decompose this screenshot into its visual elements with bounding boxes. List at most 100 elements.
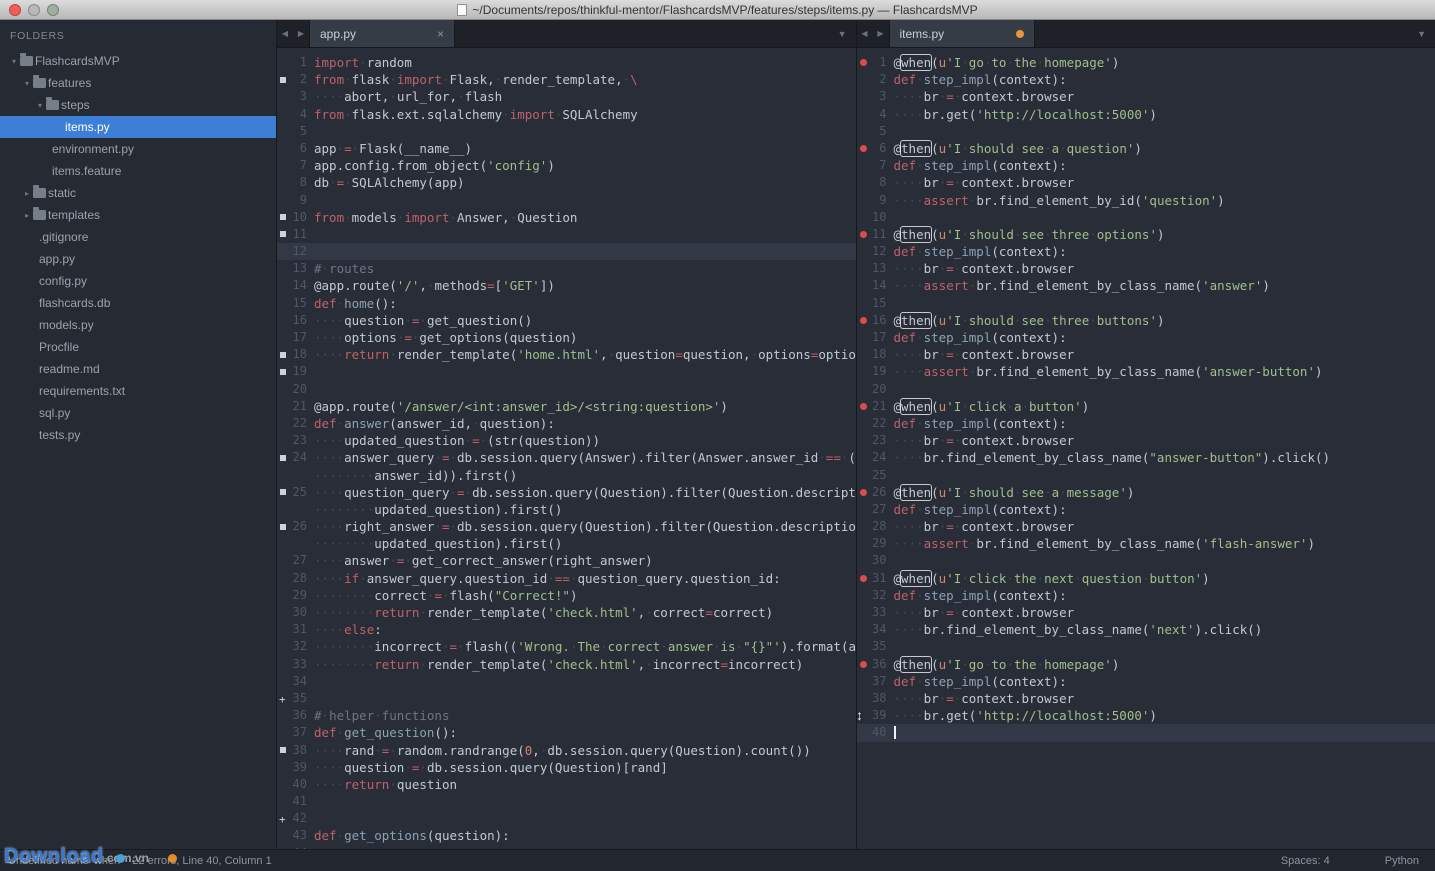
- code-line[interactable]: 30: [857, 552, 1435, 569]
- code-text[interactable]: ····br.find_element_by_class_name("answe…: [887, 449, 1435, 466]
- code-text[interactable]: def·step_impl(context):: [887, 157, 1435, 174]
- line-number[interactable]: 43: [277, 827, 307, 844]
- code-line[interactable]: 2def·step_impl(context):: [857, 71, 1435, 88]
- code-text[interactable]: ····br.get('http://localhost:5000'): [887, 106, 1435, 123]
- tab-overflow-icon[interactable]: ▼: [838, 20, 856, 47]
- code-line[interactable]: 1@when(u'I·go·to·the·homepage'): [857, 54, 1435, 71]
- line-number[interactable]: +35: [277, 690, 307, 707]
- code-line[interactable]: 13····br·=·context.browser: [857, 260, 1435, 277]
- code-line[interactable]: 21@app.route('/answer/<int:answer_id>/<s…: [277, 398, 856, 415]
- code-text[interactable]: ····br.find_element_by_class_name('next'…: [887, 621, 1435, 638]
- code-line[interactable]: 31@when(u'I·click·the·next·question·butt…: [857, 570, 1435, 587]
- code-line[interactable]: 29····assert·br.find_element_by_class_na…: [857, 535, 1435, 552]
- code-line[interactable]: 5: [277, 123, 856, 140]
- code-text[interactable]: ····assert·br.find_element_by_id('questi…: [887, 192, 1435, 209]
- code-line[interactable]: 27····answer·=·get_correct_answer(right_…: [277, 552, 856, 569]
- code-text[interactable]: ····br·=·context.browser: [887, 260, 1435, 277]
- code-text[interactable]: [887, 724, 1435, 741]
- sidebar-item-environment-py[interactable]: environment.py: [0, 138, 276, 160]
- line-number[interactable]: 15: [857, 295, 887, 312]
- code-text[interactable]: ····br.get('http://localhost:5000'): [887, 707, 1435, 724]
- code-line[interactable]: 33········return·render_template('check.…: [277, 656, 856, 673]
- code-line[interactable]: 40: [857, 724, 1435, 741]
- line-number[interactable]: 9: [857, 192, 887, 209]
- line-number[interactable]: 30: [857, 552, 887, 569]
- sidebar-item-sql-py[interactable]: sql.py: [0, 402, 276, 424]
- line-number[interactable]: [277, 501, 307, 518]
- disclosure-triangle-icon[interactable]: ▸: [21, 211, 33, 220]
- code-line[interactable]: 23····br·=·context.browser: [857, 432, 1435, 449]
- disclosure-triangle-icon[interactable]: ▾: [34, 101, 46, 110]
- code-text[interactable]: ········correct·=·flash("Correct!"): [307, 587, 856, 604]
- code-line[interactable]: 35: [857, 638, 1435, 655]
- code-text[interactable]: #·routes: [307, 260, 856, 277]
- code-line[interactable]: 4····br.get('http://localhost:5000'): [857, 106, 1435, 123]
- line-number[interactable]: 38: [857, 690, 887, 707]
- code-line[interactable]: 17def·step_impl(context):: [857, 329, 1435, 346]
- line-number[interactable]: 14: [857, 277, 887, 294]
- code-line[interactable]: 24····answer_query·=·db.session.query(An…: [277, 449, 856, 466]
- line-number[interactable]: 28: [857, 518, 887, 535]
- sidebar-item-procfile[interactable]: Procfile: [0, 336, 276, 358]
- code-text[interactable]: ····br·=·context.browser: [887, 346, 1435, 363]
- code-line[interactable]: 41: [277, 793, 856, 810]
- code-line[interactable]: 38····br·=·context.browser: [857, 690, 1435, 707]
- line-number[interactable]: 37: [857, 673, 887, 690]
- line-number[interactable]: 6: [277, 140, 307, 157]
- line-number[interactable]: 36: [857, 656, 887, 673]
- code-text[interactable]: ····abort,·url_for,·flash: [307, 88, 856, 105]
- minimize-window-button[interactable]: [28, 4, 40, 16]
- code-text[interactable]: ····updated_question·=·(str(question)): [307, 432, 856, 449]
- code-text[interactable]: @when(u'I·click·the·next·question·button…: [887, 570, 1435, 587]
- code-line[interactable]: 39····br.get('http://localhost:5000'): [857, 707, 1435, 724]
- line-number[interactable]: 18: [857, 346, 887, 363]
- code-line[interactable]: +35: [277, 690, 856, 707]
- line-number[interactable]: 35: [857, 638, 887, 655]
- code-line[interactable]: 18····br·=·context.browser: [857, 346, 1435, 363]
- sidebar-item-items-py[interactable]: items.py: [0, 116, 276, 138]
- code-text[interactable]: ····options·=·get_options(question): [307, 329, 856, 346]
- line-number[interactable]: 19: [277, 363, 307, 380]
- code-line[interactable]: 28····if·answer_query.question_id·==·que…: [277, 570, 856, 587]
- code-text[interactable]: ········incorrect·=·flash(('Wrong.·The·c…: [307, 638, 856, 655]
- line-number[interactable]: 23: [277, 432, 307, 449]
- line-number[interactable]: 34: [277, 673, 307, 690]
- code-line[interactable]: 28····br·=·context.browser: [857, 518, 1435, 535]
- line-number[interactable]: 44: [277, 845, 307, 849]
- code-text[interactable]: @app.route('/',·methods=['GET']): [307, 277, 856, 294]
- code-text[interactable]: @when(u'I·go·to·the·homepage'): [887, 54, 1435, 71]
- code-text[interactable]: [887, 295, 1435, 312]
- code-text[interactable]: def·step_impl(context):: [887, 501, 1435, 518]
- code-line[interactable]: 26····right_answer·=·db.session.query(Qu…: [277, 518, 856, 535]
- sidebar-item-templates[interactable]: ▸templates: [0, 204, 276, 226]
- code-line[interactable]: 12def·step_impl(context):: [857, 243, 1435, 260]
- code-line[interactable]: 3····abort,·url_for,·flash: [277, 88, 856, 105]
- line-number[interactable]: 30: [277, 604, 307, 621]
- code-text[interactable]: ····br·=·context.browser: [887, 690, 1435, 707]
- line-number[interactable]: 29: [857, 535, 887, 552]
- code-text[interactable]: def·step_impl(context):: [887, 673, 1435, 690]
- code-line[interactable]: 1import·random: [277, 54, 856, 71]
- line-number[interactable]: 7: [857, 157, 887, 174]
- line-number[interactable]: 24: [857, 449, 887, 466]
- line-number[interactable]: 26: [277, 518, 307, 535]
- code-text[interactable]: def·get_options(question):: [307, 827, 856, 844]
- line-number[interactable]: 13: [857, 260, 887, 277]
- code-line[interactable]: 3····br·=·context.browser: [857, 88, 1435, 105]
- code-line[interactable]: 13#·routes: [277, 260, 856, 277]
- line-number[interactable]: 28: [277, 570, 307, 587]
- code-line[interactable]: 38····rand·=·random.randrange(0,·db.sess…: [277, 742, 856, 759]
- code-text[interactable]: from·models·import·Answer,·Question: [307, 209, 856, 226]
- code-line[interactable]: 19: [277, 363, 856, 380]
- code-text[interactable]: @then(u'I·should·see·three·options'): [887, 226, 1435, 243]
- code-text[interactable]: ····if·answer_query.question_id·==·quest…: [307, 570, 856, 587]
- code-line[interactable]: 21@when(u'I·click·a·button'): [857, 398, 1435, 415]
- tab-nav-back-icon[interactable]: ◀: [857, 20, 873, 47]
- code-text[interactable]: def·answer(answer_id,·question):: [307, 415, 856, 432]
- line-number[interactable]: 22: [277, 415, 307, 432]
- code-line[interactable]: 9····assert·br.find_element_by_id('quest…: [857, 192, 1435, 209]
- code-text[interactable]: ········updated_question).first(): [307, 501, 856, 518]
- code-area[interactable]: 1@when(u'I·go·to·the·homepage')2def·step…: [857, 48, 1435, 849]
- line-number[interactable]: 4: [857, 106, 887, 123]
- code-text[interactable]: ····question_query·=·db.session.query(Qu…: [307, 484, 856, 501]
